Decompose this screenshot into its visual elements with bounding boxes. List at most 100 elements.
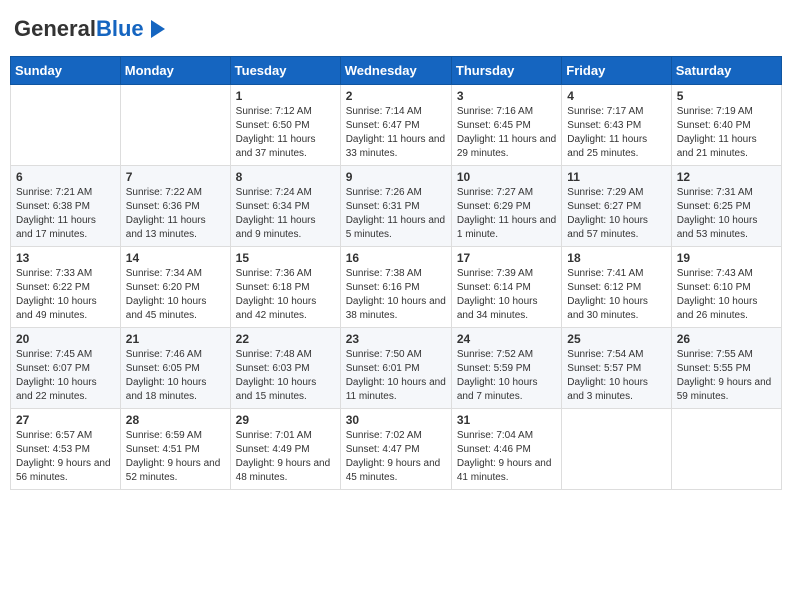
day-info: Sunrise: 7:55 AM Sunset: 5:55 PM Dayligh…	[677, 348, 776, 404]
calendar-cell: 1 Sunrise: 7:12 AM Sunset: 6:50 PM Daylig…	[230, 85, 340, 166]
day-info: Sunrise: 7:39 AM Sunset: 6:14 PM Dayligh…	[457, 267, 556, 323]
day-info: Sunrise: 7:17 AM Sunset: 6:43 PM Dayligh…	[567, 105, 665, 161]
day-header-saturday: Saturday	[671, 57, 781, 85]
calendar-cell: 26 Sunrise: 7:55 AM Sunset: 5:55 PM Dayli…	[671, 328, 781, 409]
day-number: 24	[457, 332, 556, 346]
day-info: Sunrise: 7:22 AM Sunset: 6:36 PM Dayligh…	[126, 186, 225, 242]
logo-blue-text: Blue	[96, 18, 144, 40]
day-number: 1	[236, 89, 335, 103]
calendar-cell: 8Sunrise: 7:24 AM Sunset: 6:34 PM Daylig…	[230, 166, 340, 247]
day-header-thursday: Thursday	[451, 57, 561, 85]
day-info: Sunrise: 7:45 AM Sunset: 6:07 PM Dayligh…	[16, 348, 115, 404]
day-info: Sunrise: 7:16 AM Sunset: 6:45 PM Dayligh…	[457, 105, 556, 161]
day-info: Sunrise: 7:50 AM Sunset: 6:01 PM Dayligh…	[346, 348, 446, 404]
day-info: Sunrise: 7:54 AM Sunset: 5:57 PM Dayligh…	[567, 348, 665, 404]
calendar-cell: 19Sunrise: 7:43 AM Sunset: 6:10 PM Dayli…	[671, 247, 781, 328]
day-number: 11	[567, 170, 665, 184]
day-number: 6	[16, 170, 115, 184]
day-info: Sunrise: 7:19 AM Sunset: 6:40 PM Dayligh…	[677, 105, 776, 161]
day-header-monday: Monday	[120, 57, 230, 85]
calendar-week-2: 6Sunrise: 7:21 AM Sunset: 6:38 PM Daylig…	[11, 166, 782, 247]
calendar-cell: 13Sunrise: 7:33 AM Sunset: 6:22 PM Dayli…	[11, 247, 121, 328]
day-header-wednesday: Wednesday	[340, 57, 451, 85]
day-number: 19	[677, 251, 776, 265]
calendar-cell: 18Sunrise: 7:41 AM Sunset: 6:12 PM Dayli…	[562, 247, 671, 328]
day-number: 18	[567, 251, 665, 265]
calendar-cell: 28Sunrise: 6:59 AM Sunset: 4:51 PM Dayli…	[120, 409, 230, 490]
day-number: 30	[346, 413, 446, 427]
day-number: 17	[457, 251, 556, 265]
day-info: Sunrise: 7:38 AM Sunset: 6:16 PM Dayligh…	[346, 267, 446, 323]
calendar-cell: 21Sunrise: 7:46 AM Sunset: 6:05 PM Dayli…	[120, 328, 230, 409]
day-number: 15	[236, 251, 335, 265]
day-info: Sunrise: 7:46 AM Sunset: 6:05 PM Dayligh…	[126, 348, 225, 404]
day-header-sunday: Sunday	[11, 57, 121, 85]
day-number: 27	[16, 413, 115, 427]
calendar-cell: 22 Sunrise: 7:48 AM Sunset: 6:03 PM Dayli…	[230, 328, 340, 409]
day-number: 9	[346, 170, 446, 184]
calendar-cell: 5Sunrise: 7:19 AM Sunset: 6:40 PM Daylig…	[671, 85, 781, 166]
calendar-cell: 15Sunrise: 7:36 AM Sunset: 6:18 PM Dayli…	[230, 247, 340, 328]
calendar-cell	[671, 409, 781, 490]
day-info: Sunrise: 7:48 AM Sunset: 6:03 PM Dayligh…	[236, 348, 335, 404]
day-info: Sunrise: 7:27 AM Sunset: 6:29 PM Dayligh…	[457, 186, 556, 242]
calendar-week-5: 27 Sunrise: 6:57 AM Sunset: 4:53 PM Dayli…	[11, 409, 782, 490]
day-number: 31	[457, 413, 556, 427]
calendar-cell: 4 Sunrise: 7:17 AM Sunset: 6:43 PM Daylig…	[562, 85, 671, 166]
calendar-cell: 31 Sunrise: 7:04 AM Sunset: 4:46 PM Dayli…	[451, 409, 561, 490]
day-number: 16	[346, 251, 446, 265]
calendar-cell: 30 Sunrise: 7:02 AM Sunset: 4:47 PM Dayli…	[340, 409, 451, 490]
calendar-cell: 16 Sunrise: 7:38 AM Sunset: 6:16 PM Dayli…	[340, 247, 451, 328]
calendar-cell: 24 Sunrise: 7:52 AM Sunset: 5:59 PM Dayli…	[451, 328, 561, 409]
calendar-cell	[120, 85, 230, 166]
day-number: 8	[236, 170, 335, 184]
day-number: 13	[16, 251, 115, 265]
calendar-cell: 10Sunrise: 7:27 AM Sunset: 6:29 PM Dayli…	[451, 166, 561, 247]
calendar-cell: 23Sunrise: 7:50 AM Sunset: 6:01 PM Dayli…	[340, 328, 451, 409]
day-info: Sunrise: 7:12 AM Sunset: 6:50 PM Dayligh…	[236, 105, 335, 161]
logo: GeneralBlue	[14, 18, 169, 40]
calendar-cell: 11 Sunrise: 7:29 AM Sunset: 6:27 PM Dayli…	[562, 166, 671, 247]
day-info: Sunrise: 7:52 AM Sunset: 5:59 PM Dayligh…	[457, 348, 556, 404]
day-info: Sunrise: 6:59 AM Sunset: 4:51 PM Dayligh…	[126, 429, 225, 485]
calendar-week-3: 13Sunrise: 7:33 AM Sunset: 6:22 PM Dayli…	[11, 247, 782, 328]
calendar-cell	[562, 409, 671, 490]
logo-icon	[147, 18, 169, 40]
day-info: Sunrise: 7:29 AM Sunset: 6:27 PM Dayligh…	[567, 186, 665, 242]
day-number: 7	[126, 170, 225, 184]
calendar-table: SundayMondayTuesdayWednesdayThursdayFrid…	[10, 56, 782, 490]
day-number: 14	[126, 251, 225, 265]
day-info: Sunrise: 6:57 AM Sunset: 4:53 PM Dayligh…	[16, 429, 115, 485]
day-number: 22	[236, 332, 335, 346]
calendar-week-1: 1 Sunrise: 7:12 AM Sunset: 6:50 PM Daylig…	[11, 85, 782, 166]
calendar-cell: 29 Sunrise: 7:01 AM Sunset: 4:49 PM Dayli…	[230, 409, 340, 490]
day-number: 20	[16, 332, 115, 346]
calendar-week-4: 20 Sunrise: 7:45 AM Sunset: 6:07 PM Dayli…	[11, 328, 782, 409]
day-info: Sunrise: 7:04 AM Sunset: 4:46 PM Dayligh…	[457, 429, 556, 485]
calendar-cell: 14 Sunrise: 7:34 AM Sunset: 6:20 PM Dayli…	[120, 247, 230, 328]
calendar-cell: 17 Sunrise: 7:39 AM Sunset: 6:14 PM Dayli…	[451, 247, 561, 328]
day-info: Sunrise: 7:14 AM Sunset: 6:47 PM Dayligh…	[346, 105, 446, 161]
day-info: Sunrise: 7:31 AM Sunset: 6:25 PM Dayligh…	[677, 186, 776, 242]
day-info: Sunrise: 7:02 AM Sunset: 4:47 PM Dayligh…	[346, 429, 446, 485]
calendar-cell: 20 Sunrise: 7:45 AM Sunset: 6:07 PM Dayli…	[11, 328, 121, 409]
calendar-cell: 3Sunrise: 7:16 AM Sunset: 6:45 PM Daylig…	[451, 85, 561, 166]
day-number: 25	[567, 332, 665, 346]
day-number: 29	[236, 413, 335, 427]
day-number: 4	[567, 89, 665, 103]
logo-general-text: General	[14, 18, 96, 40]
calendar-header-row: SundayMondayTuesdayWednesdayThursdayFrid…	[11, 57, 782, 85]
day-number: 26	[677, 332, 776, 346]
calendar-cell: 12Sunrise: 7:31 AM Sunset: 6:25 PM Dayli…	[671, 166, 781, 247]
day-number: 2	[346, 89, 446, 103]
calendar-cell: 27 Sunrise: 6:57 AM Sunset: 4:53 PM Dayli…	[11, 409, 121, 490]
calendar-cell: 2 Sunrise: 7:14 AM Sunset: 6:47 PM Daylig…	[340, 85, 451, 166]
day-info: Sunrise: 7:34 AM Sunset: 6:20 PM Dayligh…	[126, 267, 225, 323]
calendar-cell	[11, 85, 121, 166]
day-info: Sunrise: 7:26 AM Sunset: 6:31 PM Dayligh…	[346, 186, 446, 242]
day-info: Sunrise: 7:01 AM Sunset: 4:49 PM Dayligh…	[236, 429, 335, 485]
calendar-cell: 6Sunrise: 7:21 AM Sunset: 6:38 PM Daylig…	[11, 166, 121, 247]
page-header: GeneralBlue	[10, 10, 782, 48]
calendar-cell: 25 Sunrise: 7:54 AM Sunset: 5:57 PM Dayli…	[562, 328, 671, 409]
day-header-tuesday: Tuesday	[230, 57, 340, 85]
